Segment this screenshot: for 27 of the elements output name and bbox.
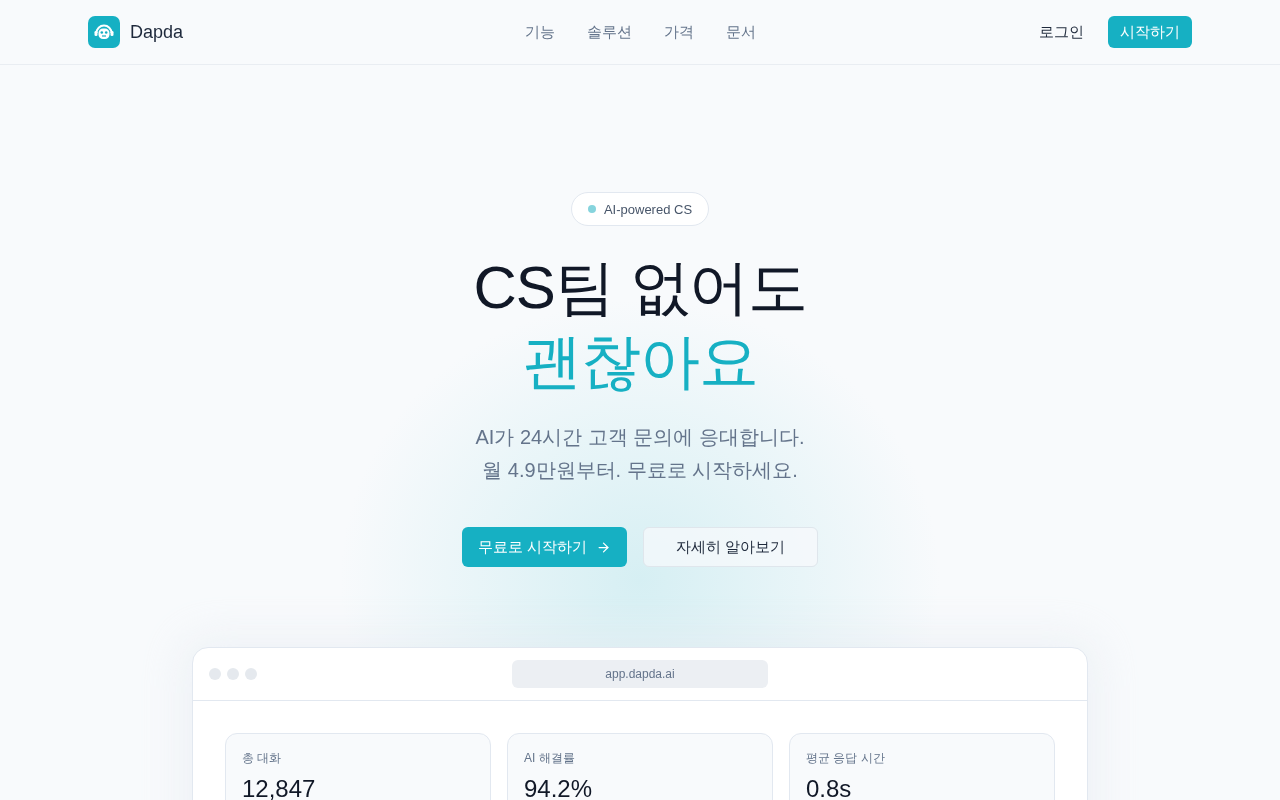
- login-link[interactable]: 로그인: [1039, 22, 1084, 42]
- stat-label: 평균 응답 시간: [806, 750, 886, 766]
- headset-logo-icon: [88, 16, 120, 48]
- nav-link[interactable]: 솔루션: [586, 22, 632, 42]
- get-started-button[interactable]: 시작하기: [1108, 16, 1192, 48]
- arrow-right-icon: [595, 539, 611, 555]
- stat-label: 총 대화: [242, 750, 283, 766]
- start-free-button[interactable]: 무료로 시작하기: [462, 527, 627, 567]
- stat-label: AI 해결률: [524, 750, 576, 766]
- status-dot-icon: [587, 205, 596, 213]
- nav-link[interactable]: 기능: [524, 22, 555, 42]
- stat-value: 94.2%: [524, 774, 594, 800]
- badge-text: AI-powered CS: [603, 201, 693, 217]
- hero-subtitle: AI가 24시간 고객 문의에 응대합니다.: [475, 425, 805, 450]
- address-bar: app.dapda.ai: [512, 660, 768, 688]
- hero-heading: 괜찮아요: [522, 327, 758, 397]
- brand-name: Dapda: [130, 21, 184, 43]
- stat-value: 0.8s: [806, 774, 853, 800]
- window-dot-icon: [245, 668, 257, 680]
- hero-subtitle: 월 4.9만원부터. 무료로 시작하세요.: [482, 458, 798, 483]
- learn-more-button[interactable]: 자세히 알아보기: [642, 527, 818, 567]
- stat-value: 12,847: [242, 774, 317, 800]
- nav-link[interactable]: 문서: [725, 22, 756, 42]
- window-dot-icon: [227, 668, 239, 680]
- window-dot-icon: [209, 668, 221, 680]
- nav-link[interactable]: 가격: [663, 22, 694, 42]
- hero-heading: CS팀 없어도: [473, 253, 807, 323]
